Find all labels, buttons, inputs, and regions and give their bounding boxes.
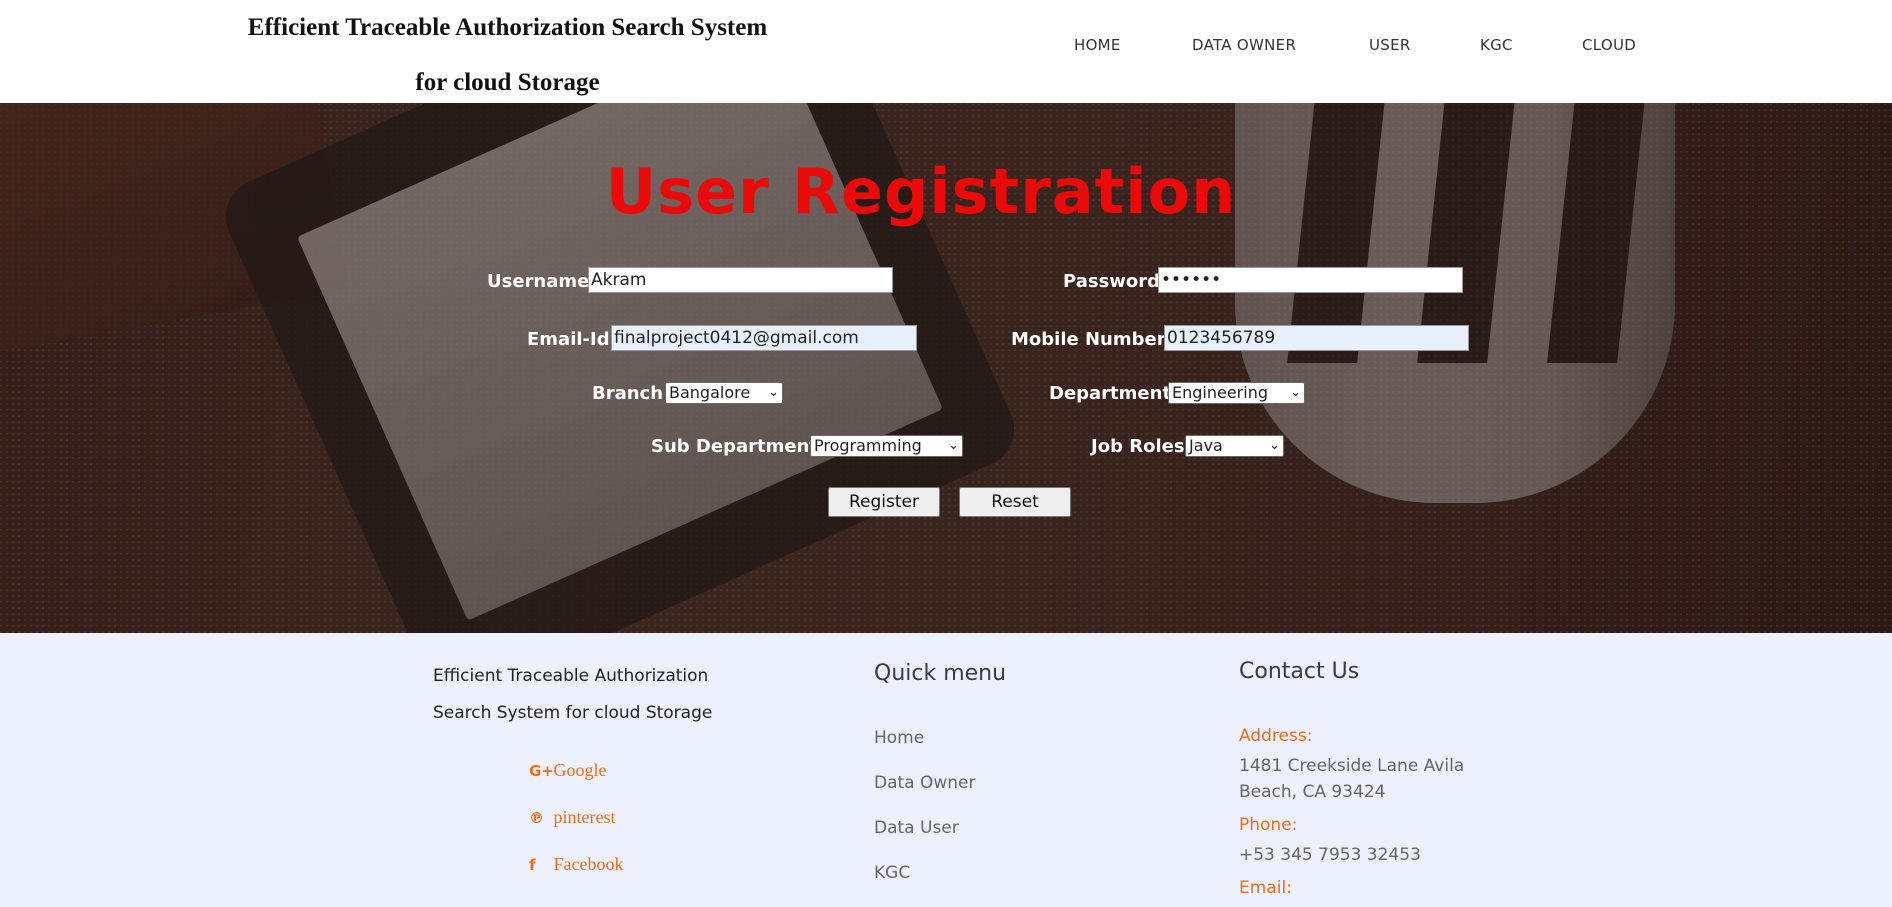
quick-menu-heading: Quick menu bbox=[874, 661, 1007, 686]
nav-home[interactable]: HOME bbox=[1074, 36, 1121, 54]
site-title: Efficient Traceable Authorization Search… bbox=[200, 0, 815, 110]
subdept-label: Sub Department: bbox=[651, 436, 826, 457]
branch-select[interactable]: Bangalore ⌄ bbox=[665, 382, 783, 404]
page-title: User Registration bbox=[605, 155, 1237, 228]
email-input[interactable]: finalproject0412@gmail.com bbox=[611, 325, 917, 351]
footer-link-kgc[interactable]: KGC bbox=[874, 863, 910, 883]
branch-select-value: Bangalore bbox=[669, 383, 751, 402]
nav-kgc[interactable]: KGC bbox=[1480, 36, 1513, 54]
footer-link-data-owner[interactable]: Data Owner bbox=[874, 773, 976, 793]
chevron-down-icon: ⌄ bbox=[1269, 438, 1280, 453]
footer-link-data-user[interactable]: Data User bbox=[874, 818, 959, 838]
email-contact-label: Email: bbox=[1239, 878, 1292, 898]
register-button[interactable]: Register bbox=[828, 487, 940, 517]
chevron-down-icon: ⌄ bbox=[768, 385, 779, 400]
social-label: Facebook bbox=[553, 854, 624, 874]
site-header: Efficient Traceable Authorization Search… bbox=[0, 0, 1892, 103]
facebook-icon: f bbox=[529, 856, 536, 874]
jobroles-select[interactable]: Java ⌄ bbox=[1185, 435, 1284, 457]
site-footer: Efficient Traceable Authorization Search… bbox=[0, 633, 1892, 907]
department-select[interactable]: Engineering ⌄ bbox=[1168, 382, 1305, 404]
footer-about-line2: Search System for cloud Storage bbox=[433, 703, 713, 723]
password-input[interactable]: •••••• bbox=[1158, 267, 1463, 293]
subdept-select[interactable]: Programming ⌄ bbox=[810, 435, 963, 457]
jobroles-select-value: Java bbox=[1189, 436, 1223, 455]
reset-button[interactable]: Reset bbox=[959, 487, 1071, 517]
username-input[interactable]: Akram bbox=[588, 267, 893, 293]
subdept-select-value: Programming bbox=[814, 436, 922, 455]
social-link-google[interactable]: G+ Google bbox=[529, 760, 607, 781]
nav-data-owner[interactable]: DATA OWNER bbox=[1192, 36, 1296, 54]
branch-label: Branch: bbox=[592, 383, 671, 404]
address-label: Address: bbox=[1239, 726, 1313, 746]
registration-hero: User Registration Username: Akram Passwo… bbox=[0, 103, 1892, 633]
email-label: Email-Id: bbox=[527, 329, 617, 350]
footer-about-line1: Efficient Traceable Authorization bbox=[433, 666, 709, 686]
department-label: Department: bbox=[1049, 383, 1179, 404]
phone-text: +53 345 7953 32453 bbox=[1239, 845, 1421, 865]
pinterest-icon: ℗ bbox=[529, 809, 544, 827]
site-title-line2: for cloud Storage bbox=[415, 69, 600, 96]
chevron-down-icon: ⌄ bbox=[948, 438, 959, 453]
social-label: pinterest bbox=[553, 807, 616, 827]
social-label: Google bbox=[553, 760, 607, 780]
nav-cloud[interactable]: CLOUD bbox=[1582, 36, 1636, 54]
social-link-pinterest[interactable]: ℗ pinterest bbox=[529, 807, 615, 828]
social-link-facebook[interactable]: f Facebook bbox=[529, 854, 623, 875]
nav-user[interactable]: USER bbox=[1369, 36, 1411, 54]
password-label: Password: bbox=[1063, 271, 1168, 292]
footer-about: Efficient Traceable Authorization Search… bbox=[433, 658, 753, 732]
contact-heading: Contact Us bbox=[1239, 659, 1360, 684]
department-select-value: Engineering bbox=[1172, 383, 1268, 402]
site-title-line1: Efficient Traceable Authorization Search… bbox=[247, 14, 768, 41]
phone-label: Phone: bbox=[1239, 815, 1298, 835]
footer-link-home[interactable]: Home bbox=[874, 728, 924, 748]
page-title-wrap: User Registration bbox=[0, 155, 1892, 228]
google-plus-icon: G+ bbox=[529, 762, 554, 780]
jobroles-label: Job Roles: bbox=[1091, 436, 1192, 457]
mobile-label: Mobile Number : bbox=[1011, 329, 1180, 350]
address-text: 1481 Creekside Lane Avila Beach, CA 9342… bbox=[1239, 756, 1465, 802]
chevron-down-icon: ⌄ bbox=[1290, 385, 1301, 400]
mobile-input[interactable]: 0123456789 bbox=[1164, 325, 1469, 351]
username-label: Username: bbox=[487, 271, 597, 292]
